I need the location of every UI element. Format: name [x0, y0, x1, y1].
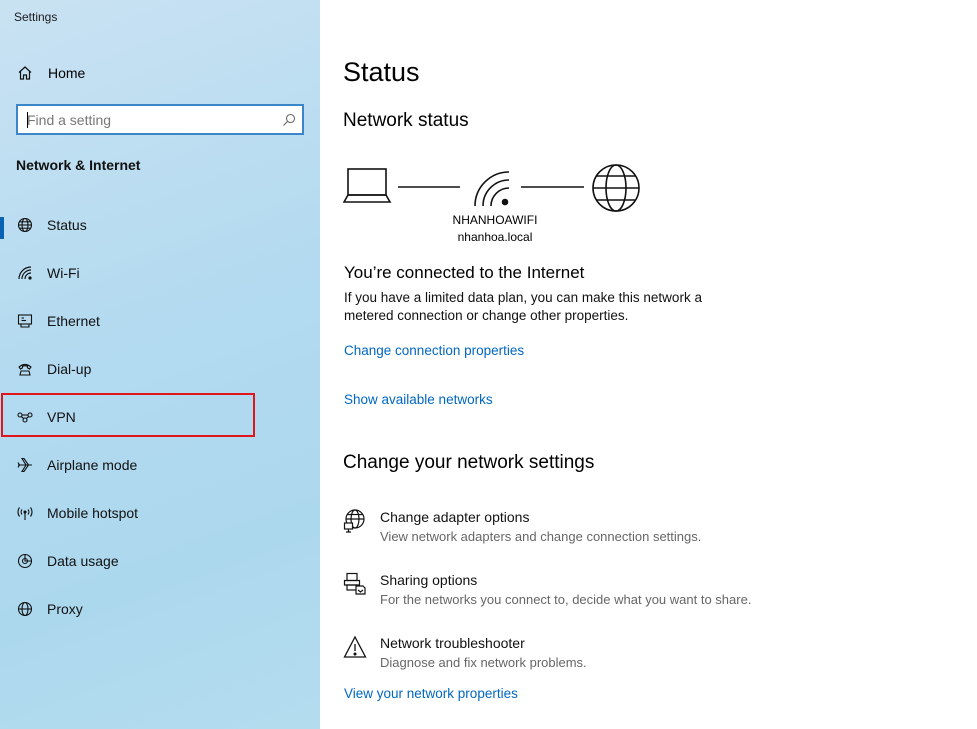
sidebar: Settings Home Network & Internet Status	[0, 0, 320, 729]
sidebar-item-vpn[interactable]: VPN	[0, 397, 320, 437]
option-subtitle: View network adapters and change connect…	[380, 529, 702, 544]
data-usage-icon	[16, 552, 34, 570]
connected-heading: You’re connected to the Internet	[344, 263, 585, 282]
sidebar-item-label: Ethernet	[47, 313, 100, 329]
internet-globe-icon	[592, 164, 640, 212]
change-connection-properties-link[interactable]: Change connection properties	[344, 343, 524, 358]
sharing-icon	[343, 572, 367, 596]
window-title: Settings	[14, 10, 58, 24]
option-title: Change adapter options	[380, 509, 530, 525]
adapter-icon	[343, 509, 367, 533]
option-title: Sharing options	[380, 572, 478, 588]
option-subtitle: Diagnose and fix network problems.	[380, 655, 587, 670]
sidebar-item-label: Wi-Fi	[47, 265, 80, 281]
sidebar-item-data-usage[interactable]: Data usage	[0, 541, 320, 581]
network-diagram	[343, 160, 653, 220]
laptop-icon	[343, 168, 392, 203]
airplane-icon	[16, 456, 34, 474]
ethernet-icon	[16, 312, 34, 330]
search-box[interactable]	[16, 104, 304, 135]
connected-description: If you have a limited data plan, you can…	[344, 290, 702, 323]
sidebar-item-mobile-hotspot[interactable]: Mobile hotspot	[0, 493, 320, 533]
wifi-icon	[16, 264, 34, 282]
sidebar-item-airplane-mode[interactable]: Airplane mode	[0, 445, 320, 485]
network-troubleshooter[interactable]: Network troubleshooter Diagnose and fix …	[343, 635, 903, 681]
sidebar-item-label: Proxy	[47, 601, 83, 617]
section-title: Network & Internet	[16, 157, 141, 173]
vpn-icon	[16, 408, 34, 426]
sidebar-home[interactable]: Home	[16, 62, 85, 84]
option-subtitle: For the networks you connect to, decide …	[380, 592, 752, 607]
sidebar-item-label: Airplane mode	[47, 457, 138, 473]
main-content: Status Network status NHANHOAWIFI nhanho…	[320, 0, 977, 729]
home-label: Home	[48, 65, 86, 81]
home-icon	[16, 64, 34, 82]
sidebar-item-ethernet[interactable]: Ethernet	[0, 301, 320, 341]
change-settings-heading: Change your network settings	[343, 452, 595, 473]
text-caret	[27, 112, 28, 128]
sidebar-item-label: VPN	[47, 409, 76, 425]
network-status-heading: Network status	[343, 110, 469, 131]
sidebar-item-label: Mobile hotspot	[47, 505, 139, 521]
phone-icon	[16, 360, 34, 378]
sidebar-item-label: Status	[47, 217, 87, 233]
network-info: NHANHOAWIFI nhanhoa.local	[440, 212, 550, 246]
globe-icon	[16, 600, 34, 618]
sidebar-item-proxy[interactable]: Proxy	[0, 589, 320, 629]
sidebar-item-label: Data usage	[47, 553, 119, 569]
sidebar-item-label: Dial-up	[47, 361, 92, 377]
page-title: Status	[343, 57, 420, 87]
show-available-networks-link[interactable]: Show available networks	[344, 392, 493, 407]
sidebar-item-status[interactable]: Status	[0, 205, 320, 245]
globe-icon	[16, 216, 34, 234]
hotspot-icon	[16, 504, 34, 522]
network-domain: nhanhoa.local	[457, 230, 533, 244]
search-icon[interactable]	[276, 106, 302, 133]
network-ssid: NHANHOAWIFI	[452, 213, 538, 227]
active-indicator	[0, 217, 4, 239]
wifi-signal-icon	[474, 171, 510, 207]
sharing-options[interactable]: Sharing options For the networks you con…	[343, 572, 903, 618]
change-adapter-options[interactable]: Change adapter options View network adap…	[343, 509, 903, 555]
sidebar-item-dial-up[interactable]: Dial-up	[0, 349, 320, 389]
warning-icon	[343, 635, 367, 659]
view-network-properties-link[interactable]: View your network properties	[344, 686, 518, 701]
option-title: Network troubleshooter	[380, 635, 525, 651]
sidebar-item-wifi[interactable]: Wi-Fi	[0, 253, 320, 293]
search-input[interactable]	[18, 106, 276, 133]
